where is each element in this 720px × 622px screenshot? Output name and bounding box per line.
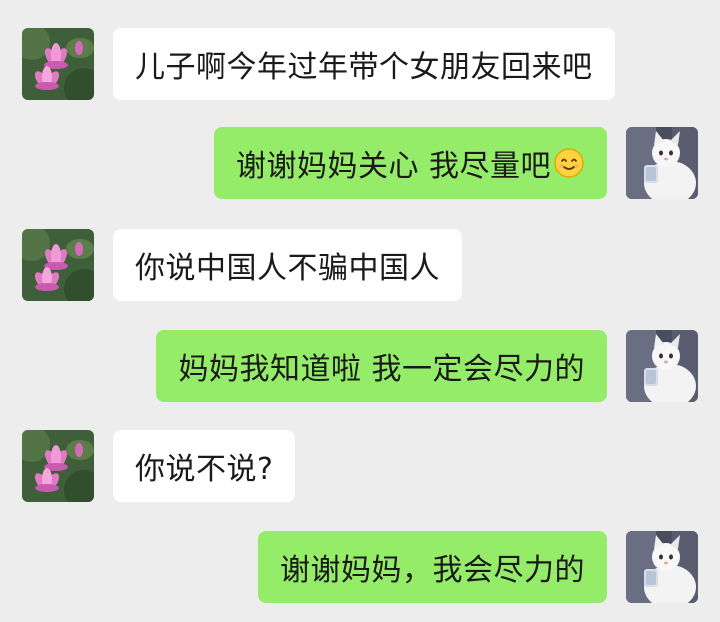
lotus-avatar-icon[interactable] bbox=[22, 28, 94, 100]
cat-avatar-icon[interactable] bbox=[626, 127, 698, 199]
lotus-avatar-icon[interactable] bbox=[22, 229, 94, 301]
incoming-message-bubble[interactable]: 儿子啊今年过年带个女朋友回来吧 bbox=[113, 28, 615, 100]
message-text: 你说中国人不骗中国人 bbox=[135, 251, 440, 286]
outgoing-message-bubble[interactable]: 妈妈我知道啦 我一定会尽力的 bbox=[156, 330, 607, 402]
outgoing-message-bubble[interactable]: 谢谢妈妈关心 我尽量吧 bbox=[213, 127, 607, 199]
smiling-face-emoji-icon bbox=[553, 147, 585, 179]
message-text: 谢谢妈妈关心 我尽量吧 bbox=[235, 149, 551, 184]
message-text: 儿子啊今年过年带个女朋友回来吧 bbox=[135, 50, 593, 85]
incoming-message-bubble[interactable]: 你说不说? bbox=[113, 430, 296, 502]
outgoing-message-bubble[interactable]: 谢谢妈妈，我会尽力的 bbox=[258, 531, 607, 603]
cat-avatar-icon[interactable] bbox=[626, 531, 698, 603]
message-text: 你说不说? bbox=[135, 452, 274, 487]
cat-avatar-icon[interactable] bbox=[626, 330, 698, 402]
message-text: 妈妈我知道啦 我一定会尽力的 bbox=[178, 352, 585, 387]
lotus-avatar-icon[interactable] bbox=[22, 430, 94, 502]
incoming-message-bubble[interactable]: 你说中国人不骗中国人 bbox=[113, 229, 462, 301]
message-text: 谢谢妈妈，我会尽力的 bbox=[280, 553, 585, 588]
